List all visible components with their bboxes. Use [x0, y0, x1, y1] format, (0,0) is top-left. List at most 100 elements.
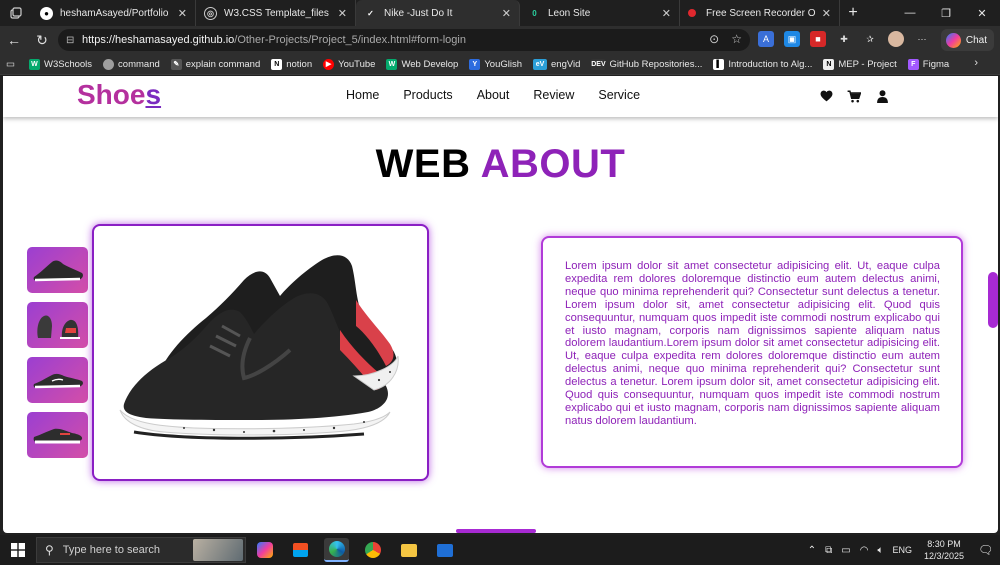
input-language[interactable]: ENG: [892, 545, 912, 555]
tab-leon-site[interactable]: 0 Leon Site ✕: [520, 0, 680, 26]
bookmark-label: Introduction to Alg...: [728, 58, 813, 70]
bookmark-site-icon: ▌: [713, 58, 725, 70]
nav-about[interactable]: About: [477, 88, 510, 102]
bookmark-github-repositories[interactable]: DEV GitHub Repositories...: [591, 58, 703, 70]
cart-icon[interactable]: [847, 89, 861, 103]
recorder-extension-icon[interactable]: ■: [810, 31, 826, 47]
bookmark-engvid[interactable]: eV engVid: [533, 58, 580, 70]
bookmark-label: notion: [286, 58, 313, 70]
window-controls: — ❐ ✕: [892, 0, 1000, 26]
notifications-icon[interactable]: 🗨︎: [978, 543, 1000, 557]
favorite-star-icon[interactable]: ☆: [731, 32, 742, 46]
shoe-thumbnail[interactable]: [27, 302, 88, 348]
bookmark-label: GitHub Repositories...: [609, 58, 703, 70]
bookmark-command[interactable]: command: [103, 58, 160, 70]
bookmark-w3schools[interactable]: W W3Schools: [28, 58, 92, 70]
close-tab-icon[interactable]: ✕: [662, 7, 671, 20]
new-tab-button[interactable]: +: [840, 4, 866, 22]
reader-view-icon[interactable]: ⊙: [709, 32, 719, 46]
close-tab-icon[interactable]: ✕: [178, 7, 187, 20]
about-text-card: Lorem ipsum dolor sit amet consectetur a…: [541, 236, 963, 468]
bookmark-label: MEP - Project: [838, 58, 897, 70]
windows-start-icon[interactable]: [0, 535, 36, 565]
tab-nike-just-do-it[interactable]: ✓ Nike -Just Do It ✕: [356, 0, 520, 26]
search-icon: ⚲: [45, 543, 54, 557]
taskbar-search[interactable]: ⚲ Type here to search: [36, 537, 246, 563]
chat-label: Chat: [965, 34, 987, 46]
search-placeholder: Type here to search: [62, 544, 161, 556]
notion-icon: N: [271, 58, 283, 70]
bookmark-notion[interactable]: Nnotion: [271, 58, 313, 70]
bookmark-explain-command[interactable]: ✎ explain command: [170, 58, 260, 70]
shoe-thumbnail[interactable]: [27, 412, 88, 458]
bookmark-introduction-to-alg[interactable]: ▌ Introduction to Alg...: [713, 58, 813, 70]
copilot-app-icon[interactable]: [252, 538, 277, 562]
bookmarks-menu-icon[interactable]: ▭: [6, 59, 15, 70]
close-window-icon[interactable]: ✕: [964, 0, 1000, 26]
shoe-thumbnail[interactable]: [27, 357, 88, 403]
extensions-puzzle-icon[interactable]: ✚: [836, 31, 852, 47]
tab-actions-icon[interactable]: [0, 0, 32, 26]
nav-service[interactable]: Service: [598, 88, 640, 102]
store-app-icon[interactable]: [288, 538, 313, 562]
bookmark-youglish[interactable]: Y YouGlish: [469, 58, 523, 70]
bookmark-figma[interactable]: F Figma: [907, 58, 949, 70]
about-paragraph: Lorem ipsum dolor sit amet consectetur a…: [565, 260, 940, 427]
volume-icon[interactable]: 🔈︎: [877, 545, 883, 556]
edge-app-icon[interactable]: [324, 538, 349, 562]
battery-icon[interactable]: ▭: [841, 545, 850, 556]
minimize-icon[interactable]: —: [892, 0, 928, 26]
tab-title: Nike -Just Do It: [384, 7, 453, 19]
reload-icon[interactable]: ↻: [28, 26, 56, 54]
user-icon[interactable]: [875, 89, 889, 103]
leon-site-icon: 0: [532, 8, 537, 18]
tab-screen-recorder[interactable]: Free Screen Recorder Online ✕: [680, 0, 840, 26]
scroll-to-top-button[interactable]: [988, 272, 998, 328]
close-tab-icon[interactable]: ✕: [502, 7, 511, 20]
back-arrow-icon[interactable]: ←: [0, 26, 28, 54]
tab-w3css-template[interactable]: ◎ W3.CSS Template_files ✕: [196, 0, 356, 26]
bookmarks-overflow-chevron-icon[interactable]: ›: [974, 57, 978, 69]
tab-github-portfolio[interactable]: ● heshamAsayed/Portfolio ✕: [32, 0, 196, 26]
main-nav: Home Products About Review Service: [346, 88, 640, 102]
more-menu-icon[interactable]: ⋯: [914, 31, 930, 47]
bookmark-label: YouGlish: [484, 58, 523, 70]
clock-time: 8:30 PM: [927, 539, 961, 549]
nav-products[interactable]: Products: [403, 88, 452, 102]
profile-avatar[interactable]: [888, 31, 904, 47]
chrome-app-icon[interactable]: [360, 538, 385, 562]
bookmark-youtube[interactable]: ▶ YouTube: [323, 58, 375, 70]
heart-icon[interactable]: [819, 89, 833, 103]
nike-swoosh-icon: ✓: [367, 8, 374, 18]
title-accent: ABOUT: [480, 142, 626, 186]
chevron-up-icon[interactable]: ⌃: [808, 545, 816, 556]
header-icons: [819, 89, 889, 103]
meet-icon[interactable]: ⧉: [825, 545, 832, 556]
nav-home[interactable]: Home: [346, 88, 379, 102]
copilot-chat-button[interactable]: Chat: [940, 29, 994, 51]
wifi-icon[interactable]: ◠: [860, 545, 869, 556]
site-logo[interactable]: Shoes: [77, 79, 161, 111]
extension-icon[interactable]: ▣: [784, 31, 800, 47]
page-viewport: Shoes Home Products About Review Service…: [3, 76, 998, 533]
site-info-icon[interactable]: ⊟: [66, 35, 82, 46]
translate-extension-icon[interactable]: A: [758, 31, 774, 47]
nav-review[interactable]: Review: [533, 88, 574, 102]
mail-app-icon[interactable]: [432, 538, 457, 562]
bookmark-web-develop[interactable]: W Web Develop: [386, 58, 458, 70]
favorites-icon[interactable]: ✰: [862, 31, 878, 47]
record-icon: [688, 9, 696, 17]
url-field[interactable]: ⊟ https://heshamasayed.github.io/Other-P…: [58, 29, 750, 51]
clock-date: 12/3/2025: [923, 551, 964, 561]
clock[interactable]: 8:30 PM 12/3/2025: [924, 538, 964, 562]
file-explorer-icon[interactable]: [396, 538, 421, 562]
shoe-thumbnail[interactable]: [27, 247, 88, 293]
bookmark-mep-project[interactable]: N MEP - Project: [823, 58, 897, 70]
close-tab-icon[interactable]: ✕: [822, 7, 831, 20]
tab-title: W3.CSS Template_files: [224, 7, 329, 19]
tab-strip: ● heshamAsayed/Portfolio ✕ ◎ W3.CSS Temp…: [0, 0, 1000, 26]
youglish-icon: Y: [469, 58, 481, 70]
restore-icon[interactable]: ❐: [928, 0, 964, 26]
page-title: WEB ABOUT: [3, 142, 998, 187]
close-tab-icon[interactable]: ✕: [338, 7, 347, 20]
